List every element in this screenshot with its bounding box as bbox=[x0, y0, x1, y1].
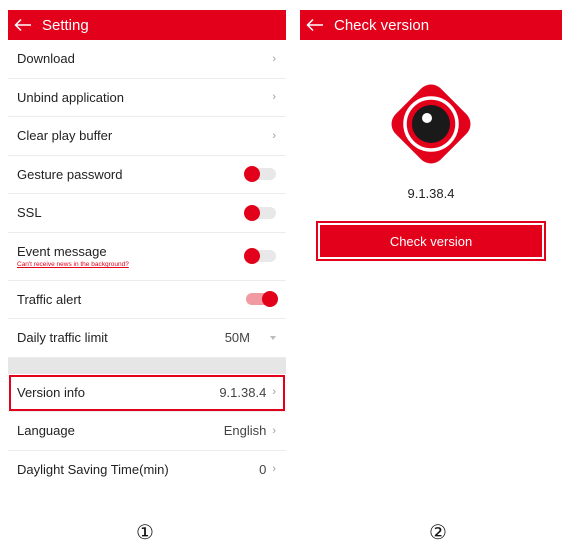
version-info-label: Version info bbox=[17, 384, 85, 400]
daily-traffic-limit-row[interactable]: Daily traffic limit 50M bbox=[8, 319, 286, 358]
language-value: English bbox=[223, 423, 267, 439]
clear-play-buffer-label: Clear play buffer bbox=[17, 128, 113, 144]
chevron-right-icon: › bbox=[272, 463, 276, 476]
traffic-alert-row: Traffic alert bbox=[8, 281, 286, 319]
download-row[interactable]: Download › bbox=[8, 40, 286, 79]
version-info-row[interactable]: Version info 9.1.38.4 › bbox=[8, 374, 286, 412]
step-one-marker: ① bbox=[136, 520, 154, 544]
settings-title: Setting bbox=[42, 16, 89, 34]
event-message-toggle[interactable] bbox=[244, 248, 276, 264]
ssl-row: SSL bbox=[8, 194, 286, 233]
language-label: Language bbox=[17, 423, 75, 439]
event-message-label: Event message bbox=[17, 244, 107, 259]
daylight-saving-time-row[interactable]: Daylight Saving Time(min) 0 › bbox=[8, 451, 286, 485]
toggle-knob bbox=[244, 166, 260, 183]
check-version-button[interactable]: Check version bbox=[320, 225, 542, 257]
gesture-password-row: Gesture password bbox=[8, 156, 286, 194]
step-two-marker: ② bbox=[429, 520, 447, 544]
chevron-right-icon: › bbox=[272, 52, 276, 65]
language-row[interactable]: Language English › bbox=[8, 412, 286, 451]
chevron-right-icon: › bbox=[272, 424, 276, 437]
event-message-row: Event message Can't receive news in the … bbox=[8, 233, 286, 281]
download-label: Download bbox=[17, 51, 75, 67]
settings-app-bar: Setting bbox=[8, 10, 286, 40]
daylight-saving-time-value: 0 bbox=[259, 461, 267, 477]
check-version-button-highlight: Check version bbox=[316, 221, 546, 261]
background-news-warning-link[interactable]: Can't receive news in the background? bbox=[17, 261, 246, 268]
toggle-knob bbox=[262, 291, 278, 308]
app-version-text: 9.1.38.4 bbox=[407, 186, 455, 201]
check-version-app-bar: Check version bbox=[300, 10, 562, 40]
ssl-label: SSL bbox=[17, 205, 42, 221]
back-arrow-icon[interactable] bbox=[306, 18, 324, 32]
toggle-knob bbox=[244, 204, 260, 221]
ssl-toggle[interactable] bbox=[244, 204, 276, 221]
daily-traffic-limit-select[interactable]: 50M bbox=[225, 330, 276, 345]
clear-play-buffer-row[interactable]: Clear play buffer › bbox=[8, 117, 286, 156]
dropdown-arrow-icon bbox=[270, 335, 276, 340]
unbind-application-row[interactable]: Unbind application › bbox=[8, 79, 286, 117]
chevron-right-icon: › bbox=[272, 386, 276, 399]
daily-traffic-limit-label: Daily traffic limit bbox=[17, 330, 108, 346]
daily-traffic-limit-value: 50M bbox=[224, 330, 250, 346]
check-version-screen: Check version 9.1.38.4 Check version bbox=[300, 10, 562, 490]
back-arrow-icon[interactable] bbox=[14, 18, 32, 32]
toggle-knob bbox=[244, 248, 260, 264]
chevron-right-icon: › bbox=[272, 129, 276, 142]
daylight-saving-time-label: Daylight Saving Time(min) bbox=[17, 461, 169, 477]
gesture-password-label: Gesture password bbox=[17, 166, 123, 182]
chevron-right-icon: › bbox=[272, 91, 276, 104]
event-message-label-group: Event message Can't receive news in the … bbox=[17, 244, 246, 268]
gesture-password-toggle[interactable] bbox=[244, 166, 276, 183]
check-version-title: Check version bbox=[334, 16, 430, 34]
traffic-alert-toggle[interactable] bbox=[246, 291, 278, 308]
camera-eye-logo-icon bbox=[381, 74, 481, 174]
version-info-value: 9.1.38.4 bbox=[219, 384, 267, 400]
traffic-alert-label: Traffic alert bbox=[17, 291, 82, 307]
settings-screen: Setting Download › Unbind application › … bbox=[8, 10, 286, 484]
section-divider bbox=[8, 357, 286, 374]
unbind-application-label: Unbind application bbox=[17, 89, 124, 105]
